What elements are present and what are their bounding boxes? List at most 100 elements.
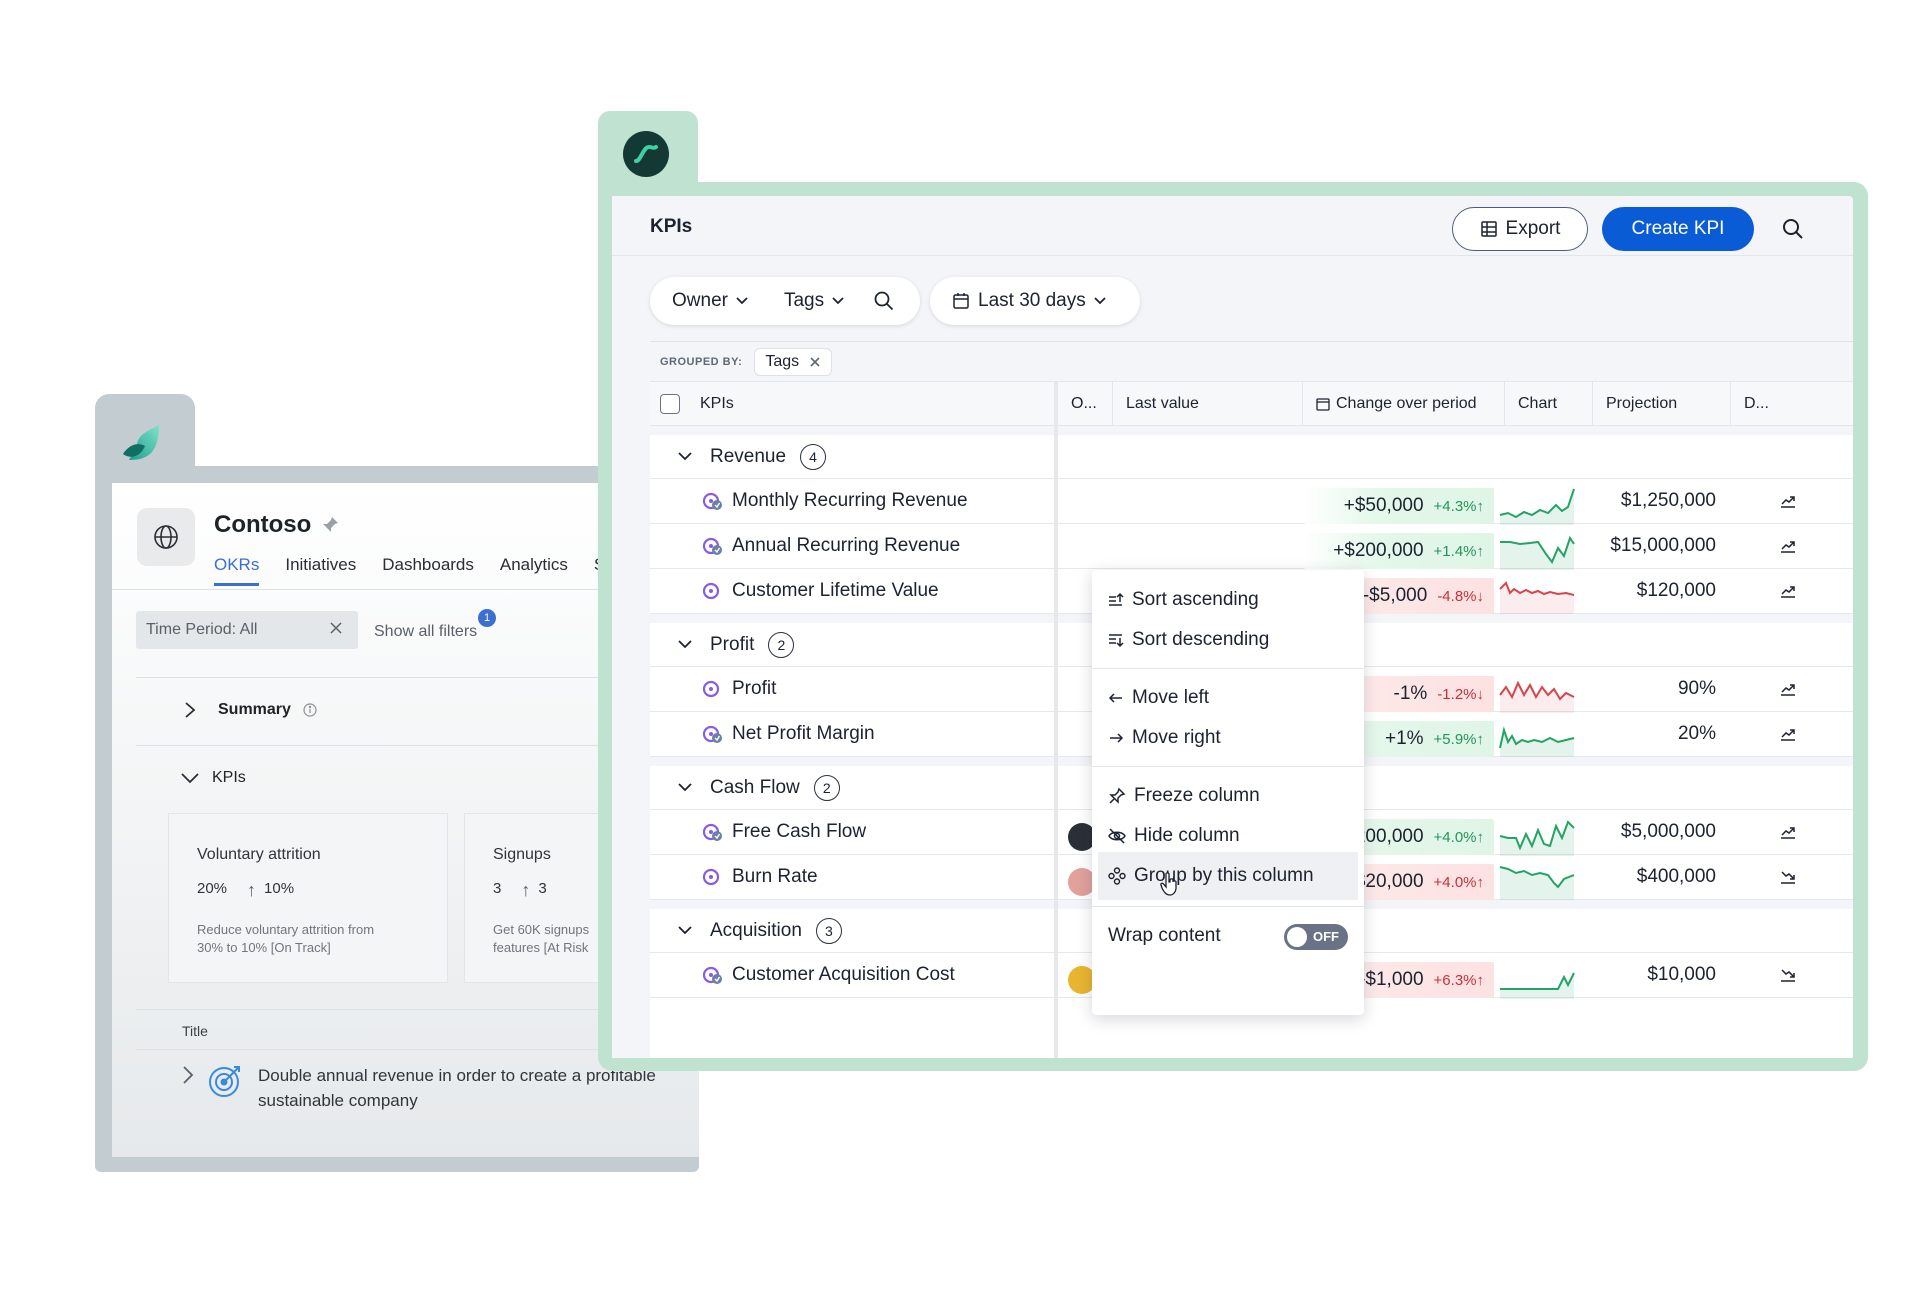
summary-section-toggle[interactable]: Summary (184, 701, 317, 719)
change-value: +$200,000 (1333, 540, 1424, 561)
group-header-cell[interactable]: Profit 2 (650, 623, 1054, 666)
sparkline-chart[interactable] (1498, 575, 1578, 615)
target-icon (209, 1066, 240, 1097)
trend-up-icon[interactable] (1780, 524, 1796, 568)
change-value: -$1,000 (1359, 969, 1424, 990)
table-row[interactable]: Monthly Recurring Revenue +$50,000 +4.3% ↑ $… (650, 479, 1853, 525)
arrow-up-icon: ↑ (1476, 828, 1485, 846)
change-value: -$5,000 (1362, 585, 1428, 606)
trend-up-icon[interactable] (1780, 569, 1796, 613)
info-icon[interactable] (303, 703, 317, 717)
date-range-filter[interactable]: Last 30 days (930, 277, 1140, 325)
trend-down-icon[interactable] (1780, 855, 1796, 899)
chart-column-header[interactable]: Chart (1504, 382, 1592, 426)
close-icon[interactable] (809, 356, 821, 368)
show-all-filters-link[interactable]: Show all filters (374, 623, 477, 641)
kpi-table: GROUPED BY: Tags KPIs O... Last value Ch… (650, 341, 1853, 1058)
chevron-down-icon[interactable] (678, 452, 692, 461)
trend-up-icon[interactable] (1780, 479, 1796, 523)
clear-filter-icon[interactable] (328, 620, 344, 636)
pin-icon[interactable] (321, 516, 339, 534)
kpi-name-cell[interactable]: Customer Acquisition Cost (650, 953, 1054, 997)
chevron-down-icon[interactable] (678, 783, 692, 792)
tab-initiatives[interactable]: Initiatives (285, 555, 356, 586)
export-button[interactable]: Export (1452, 207, 1588, 251)
wrap-content-toggle[interactable]: OFF (1284, 924, 1348, 950)
time-period-filter[interactable]: Time Period: All (136, 611, 358, 649)
kpi-card-target: 10% (264, 880, 295, 897)
kpis-section-toggle[interactable]: KPIs (180, 769, 246, 787)
kpi-name-cell[interactable]: Free Cash Flow (650, 810, 1054, 854)
table-row[interactable]: Annual Recurring Revenue +$200,000 +1.4% ↑ $… (650, 524, 1853, 570)
org-globe-icon[interactable] (137, 508, 195, 566)
tags-filter-dropdown[interactable]: Tags (784, 290, 844, 312)
menu-move-right[interactable]: Move right (1092, 714, 1364, 762)
kpi-name-cell[interactable]: Monthly Recurring Revenue (650, 479, 1054, 523)
change-percent: +4.0% (1433, 828, 1477, 846)
group-header-cell[interactable]: Acquisition 3 (650, 909, 1054, 952)
group-name: Profit (710, 633, 755, 655)
menu-wrap-content[interactable]: Wrap content OFF (1092, 912, 1364, 960)
chevron-down-icon[interactable] (678, 926, 692, 935)
tab-okrs[interactable]: OKRs (214, 555, 260, 586)
projection-cell: 20% (1677, 723, 1716, 744)
last-value-column-header[interactable]: Last value (1112, 382, 1302, 426)
kpi-name-cell[interactable]: Burn Rate (650, 855, 1054, 899)
sparkline-chart[interactable] (1498, 718, 1578, 758)
arrow-down-icon: ↓ (1476, 685, 1485, 703)
create-kpi-button[interactable]: Create KPI (1602, 207, 1754, 251)
menu-hide-column-label: Hide column (1134, 825, 1240, 846)
sparkline-area (1500, 583, 1574, 615)
group-header-cell[interactable]: Revenue 4 (650, 435, 1054, 478)
change-column-header[interactable]: Change over period (1302, 382, 1504, 426)
search-icon[interactable] (874, 291, 894, 311)
sparkline-chart[interactable] (1498, 530, 1578, 570)
projection-column-header[interactable]: Projection (1592, 382, 1730, 426)
tab-analytics[interactable]: Analytics (500, 555, 568, 586)
sparkline-area (1500, 973, 1574, 999)
group-header-row[interactable]: Revenue 4 (650, 426, 1853, 479)
d-column-header[interactable]: D... (1730, 382, 1853, 426)
trend-up-icon[interactable] (1780, 667, 1796, 711)
change-percent: +6.3% (1433, 971, 1477, 989)
kpi-name-cell[interactable]: Customer Lifetime Value (650, 569, 1054, 613)
kpis-section-label: KPIs (212, 769, 246, 786)
owner-column-header[interactable]: O... (1054, 382, 1112, 426)
sparkline-chart[interactable] (1498, 816, 1578, 856)
change-value: +1% (1384, 728, 1424, 749)
arrow-down-icon: ↓ (1476, 587, 1485, 605)
calendar-icon (1316, 398, 1330, 411)
arrow-up-icon: ↑ (1476, 971, 1485, 989)
trend-down-icon[interactable] (1780, 953, 1796, 997)
sparkline-chart[interactable] (1498, 485, 1578, 525)
sparkline-area (1500, 683, 1574, 713)
date-range-dropdown[interactable]: Last 30 days (952, 290, 1106, 312)
kpi-card[interactable]: Voluntary attrition 20% ↑ 10% Reduce vol… (168, 813, 448, 983)
owner-filter-dropdown[interactable]: Owner (672, 290, 748, 312)
kpi-name-cell[interactable]: Net Profit Margin (650, 712, 1054, 756)
sparkline-chart[interactable] (1498, 861, 1578, 901)
eye-off-icon (1108, 828, 1126, 844)
group-header-cell[interactable]: Cash Flow 2 (650, 766, 1054, 809)
trend-up-icon[interactable] (1780, 712, 1796, 756)
kpi-card-current: 20% (197, 880, 228, 897)
group-chip[interactable]: Tags (754, 347, 833, 376)
chevron-down-icon[interactable] (678, 640, 692, 649)
select-all-checkbox[interactable] (660, 394, 680, 414)
frozen-column-divider[interactable] (1054, 382, 1058, 1058)
group-count-badge: 4 (800, 443, 827, 470)
search-icon[interactable] (1782, 218, 1804, 240)
menu-group-by-column[interactable]: Group by this column (1098, 852, 1358, 900)
arrow-left-icon (1108, 693, 1122, 703)
sparkline-chart[interactable] (1498, 673, 1578, 713)
chevron-right-icon[interactable] (182, 1065, 194, 1085)
menu-sort-descending[interactable]: Sort descending (1092, 616, 1364, 664)
trend-up-icon[interactable] (1780, 810, 1796, 854)
kpis-column-header[interactable]: KPIs (650, 382, 1054, 426)
kpi-name-cell[interactable]: Profit (650, 667, 1054, 711)
org-name-text: Contoso (214, 511, 312, 538)
tab-dashboards[interactable]: Dashboards (382, 555, 474, 586)
sparkline-chart[interactable] (1498, 959, 1578, 999)
okr-row[interactable]: Double annual revenue in order to create… (182, 1063, 656, 1113)
kpi-name-cell[interactable]: Annual Recurring Revenue (650, 524, 1054, 568)
